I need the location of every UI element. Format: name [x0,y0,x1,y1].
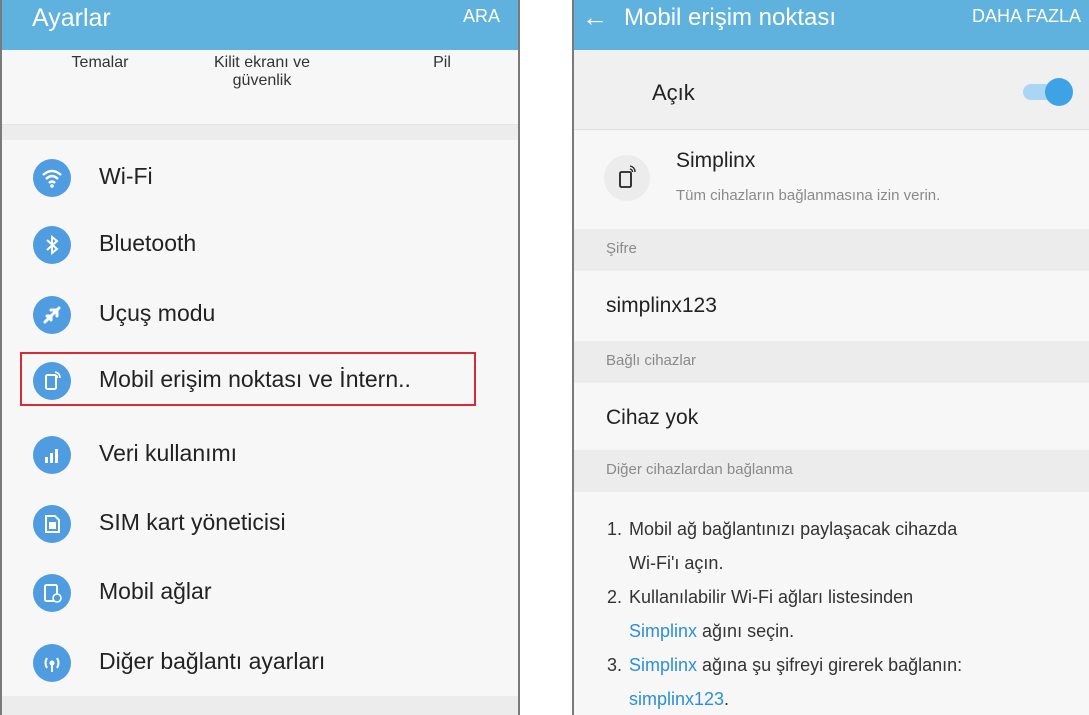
search-button[interactable]: ARA [463,6,500,27]
toggle-label: Açık [652,80,695,105]
hotspot-toggle-row[interactable]: Açık [574,50,1089,130]
highlight-box [20,352,476,406]
password-link[interactable]: simplinx123 [629,689,724,709]
toggle-knob [1045,78,1073,106]
hotspot-header: ← Mobil erişim noktası DAHA FAZLA [574,0,1089,50]
settings-item-data-usage[interactable]: Veri kullanımı [2,420,518,488]
back-arrow-icon[interactable]: ← [582,2,608,33]
settings-item-label: Wi-Fi [99,163,153,189]
network-name-row[interactable]: Simplinx Tüm cihazların bağlanmasına izi… [574,131,1089,229]
instruction-step-3: 3. Simplinx ağına şu şifreyi girerek bağl… [607,655,963,709]
settings-item-mobile-networks[interactable]: Mobil ağlar [2,558,518,626]
settings-item-label: Uçuş modu [99,300,216,326]
connection-settings-icon [33,644,71,682]
instruction-step-2: 2. Kullanılabilir Wi-Fi ağları listesinde… [607,587,914,641]
connections-list: Wi-Fi Bluetooth Uçuş modu Mobil erişim n… [2,140,518,696]
page-title: Mobil erişim noktası [624,4,837,31]
page-title: Ayarlar [32,4,111,32]
devices-row: Cihaz yok [574,383,1089,453]
settings-item-wifi[interactable]: Wi-Fi [2,143,518,211]
network-link[interactable]: Simplinx [629,621,697,641]
network-link[interactable]: Simplinx [629,655,697,675]
hotspot-toggle-switch[interactable] [1023,78,1073,106]
more-button[interactable]: DAHA FAZLA [972,6,1081,27]
wifi-icon [33,159,71,197]
sim-card-icon [33,505,71,543]
connection-instructions: 1. Mobil ağ bağlantınızı paylaşacak cihaz… [574,492,1089,715]
settings-item-label: SIM kart yöneticisi [99,509,286,535]
shortcut-themes[interactable]: Temalar [50,54,150,72]
password-row[interactable]: simplinx123 [574,271,1089,341]
settings-item-sim-manager[interactable]: SIM kart yöneticisi [2,489,518,557]
password-value: simplinx123 [606,294,717,317]
section-title: Diğer cihazlardan bağlanma [606,461,793,478]
section-title: Şifre [606,240,637,257]
shortcut-lock-screen[interactable]: Kilit ekranı ve güvenlik [187,54,337,90]
settings-item-airplane-mode[interactable]: Uçuş modu [2,280,518,348]
section-divider [2,696,518,715]
network-name: Simplinx [676,149,756,172]
shortcut-bar: Temalar Kilit ekranı ve güvenlik Pil [2,50,518,125]
hotspot-screen: ← Mobil erişim noktası DAHA FAZLA Açık S… [572,0,1089,715]
settings-item-label: Mobil ağlar [99,578,212,604]
devices-value: Cihaz yok [606,406,699,429]
settings-item-label: Diğer bağlantı ayarları [99,648,326,674]
network-subtitle: Tüm cihazların bağlanmasına izin verin. [676,187,941,204]
airplane-icon [33,296,71,334]
other-devices-section-header: Diğer cihazlardan bağlanma [574,450,1089,492]
devices-section-header: Bağlı cihazlar [574,341,1089,383]
settings-item-label: Bluetooth [99,230,197,256]
hotspot-icon [604,155,650,201]
settings-header: Ayarlar ARA [2,0,518,50]
instruction-step-1: 1. Mobil ağ bağlantınızı paylaşacak cihaz… [607,519,958,573]
shortcut-battery[interactable]: Pil [402,54,482,72]
settings-screen: Ayarlar ARA Temalar Kilit ekranı ve güve… [0,0,520,715]
settings-item-bluetooth[interactable]: Bluetooth [2,210,518,278]
data-usage-icon [33,436,71,474]
mobile-network-icon [33,574,71,612]
section-title: Bağlı cihazlar [606,352,697,369]
bluetooth-icon [33,226,71,264]
settings-item-other-connections[interactable]: Diğer bağlantı ayarları [2,628,518,696]
settings-item-label: Veri kullanımı [99,440,238,466]
section-divider [2,125,518,140]
password-section-header: Şifre [574,229,1089,271]
